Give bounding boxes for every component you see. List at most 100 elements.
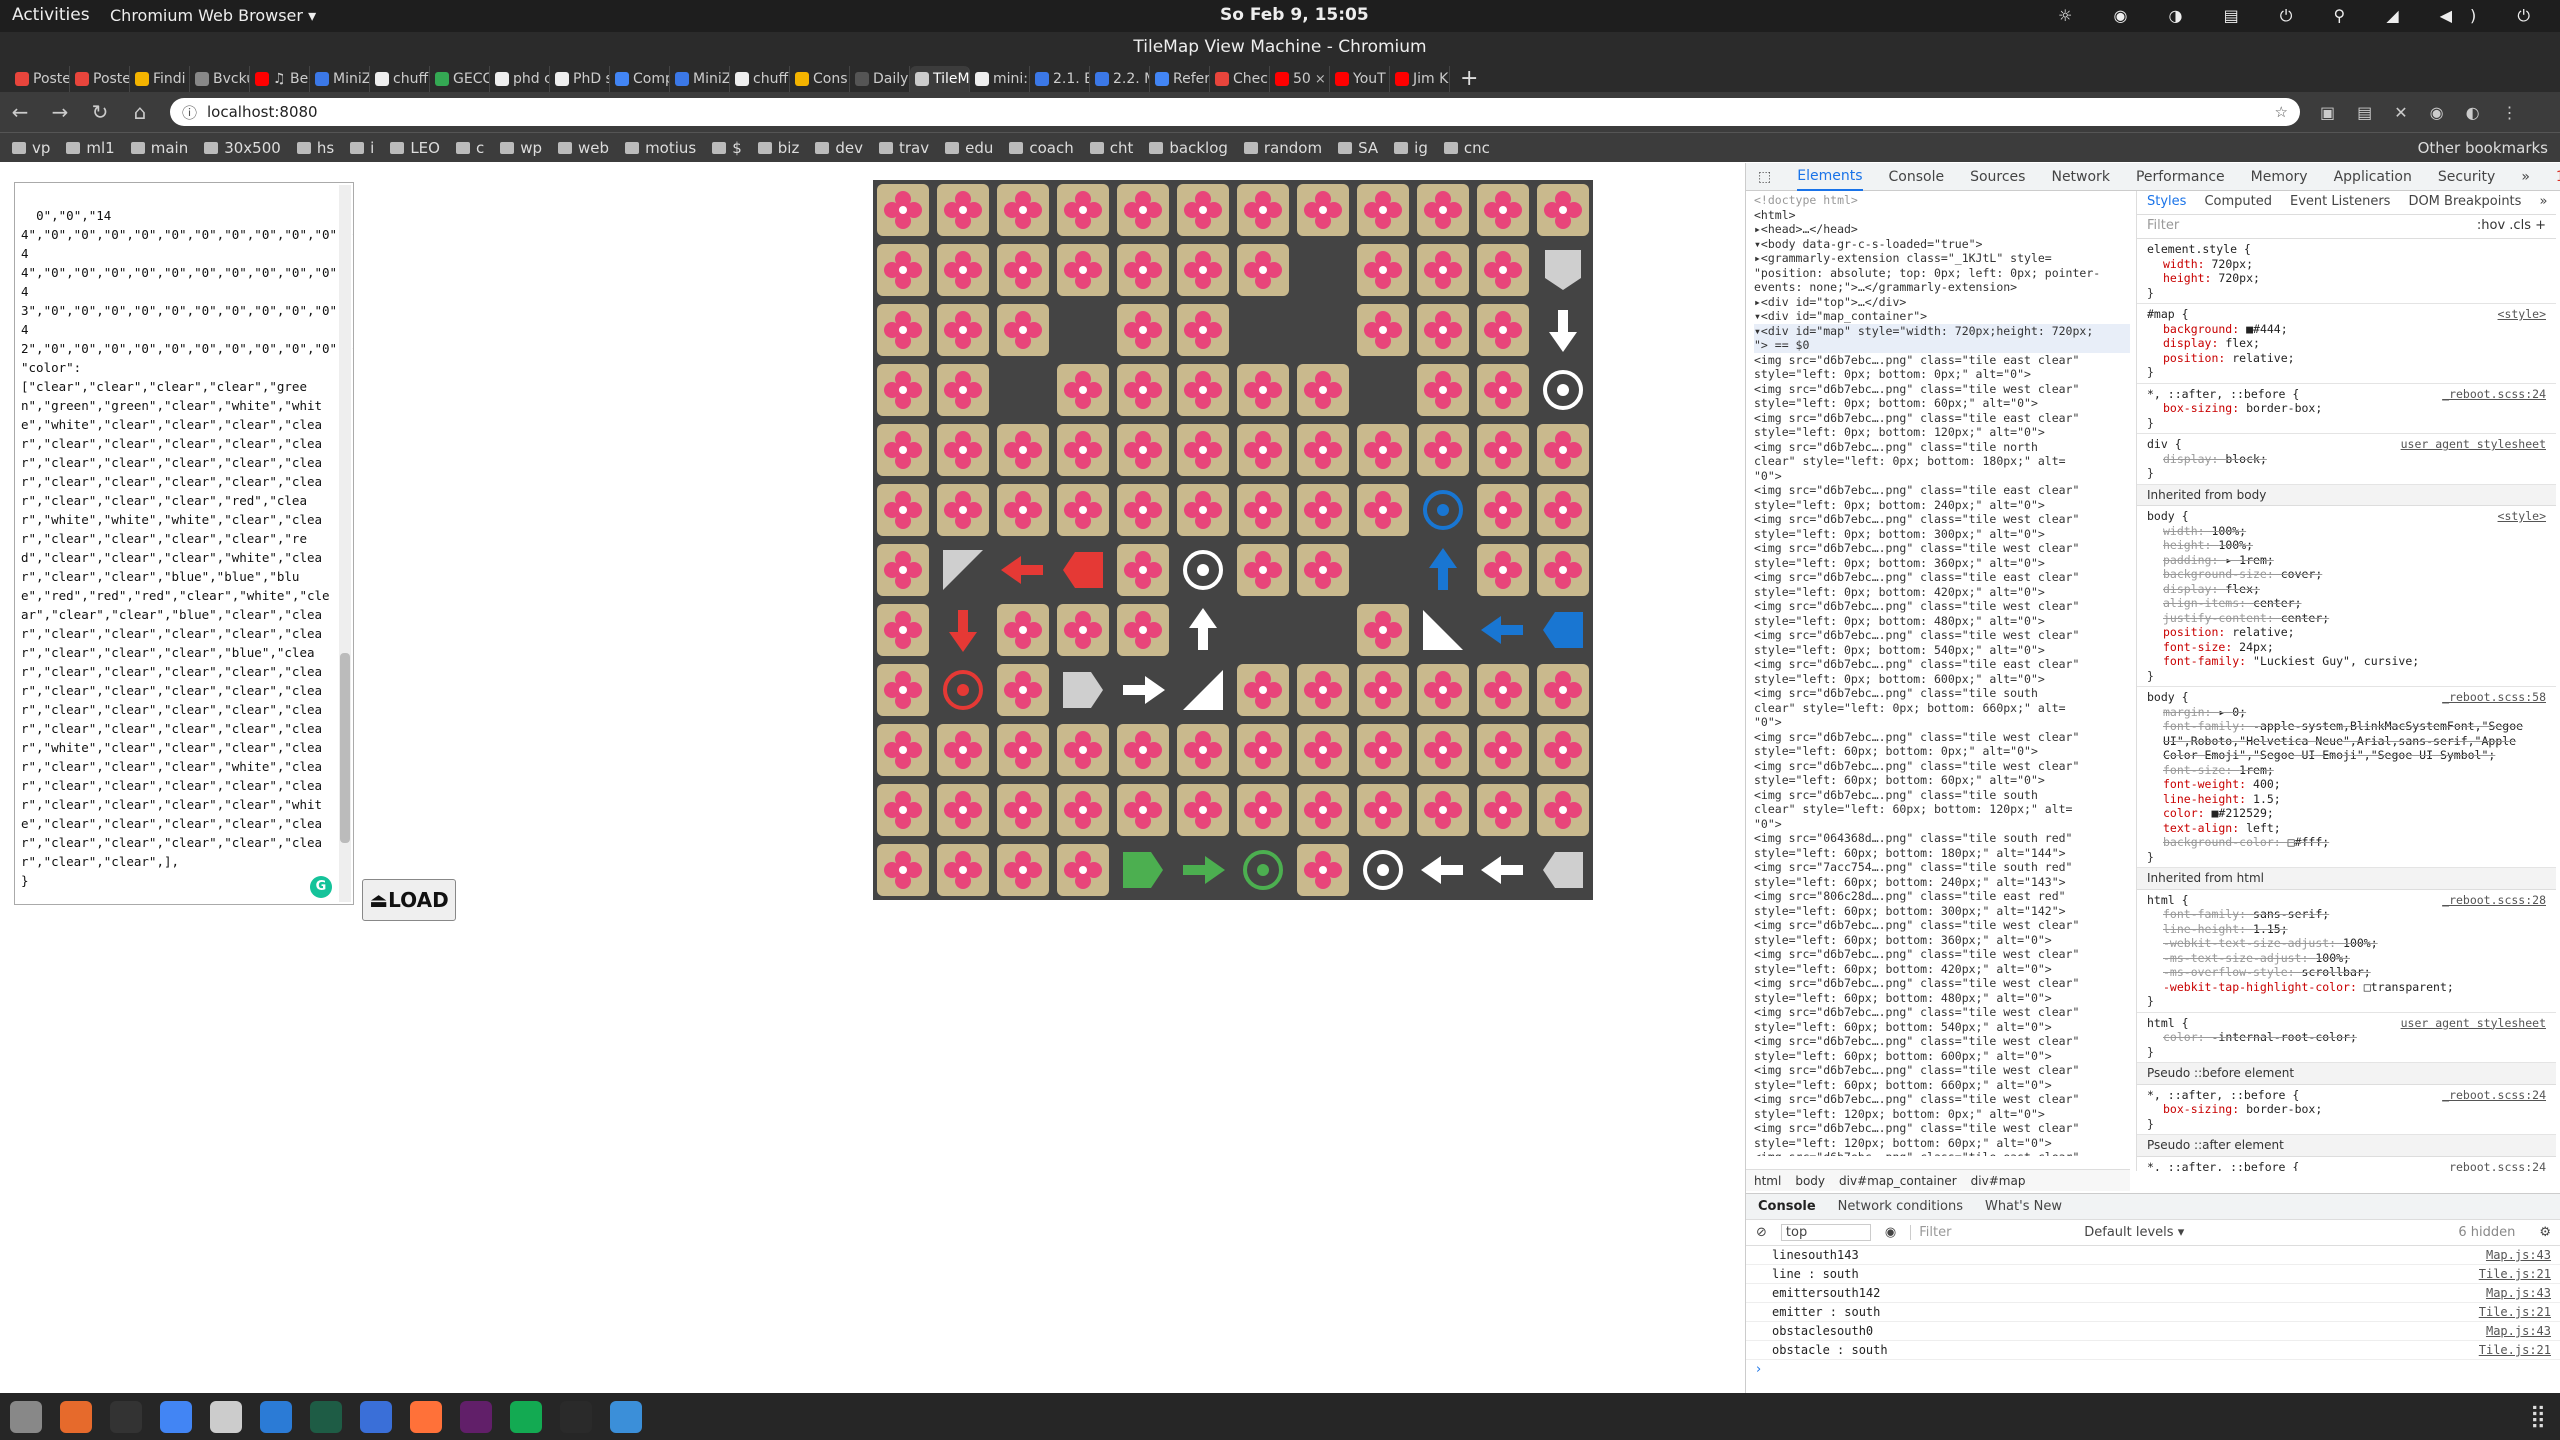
flower-tile[interactable] — [1233, 240, 1293, 300]
chromium-icon[interactable] — [160, 1400, 192, 1433]
dom-node-line[interactable]: ▸<div id="top">…</div> — [1754, 295, 2130, 310]
flower-tile[interactable] — [1473, 780, 1533, 840]
white-arrow-up-icon[interactable] — [1173, 600, 1233, 660]
styles-subtab[interactable]: » — [2539, 195, 2547, 210]
flower-tile[interactable] — [1533, 540, 1593, 600]
console-filter[interactable]: Filter — [1910, 1225, 2070, 1240]
white-arrow-left-icon[interactable] — [1473, 840, 1533, 900]
rule-source-link[interactable]: _reboot.scss:28 — [2442, 893, 2546, 908]
console-source-link[interactable]: Tile.js:21 — [2479, 1267, 2551, 1283]
browser-tab[interactable]: 50 × — [1270, 66, 1330, 92]
dom-node-line[interactable]: clear" style="left: 0px; bottom: 180px;"… — [1754, 454, 2130, 469]
dom-node-line[interactable]: <img src="d6b7ebc….png" class="tile sout… — [1754, 788, 2130, 803]
flower-tile[interactable] — [1173, 240, 1233, 300]
css-property[interactable]: background-size: cover; — [2147, 567, 2546, 582]
bookmark-folder[interactable]: i — [350, 139, 374, 157]
css-property[interactable]: width: 720px; — [2147, 257, 2546, 272]
flower-tile[interactable] — [1353, 720, 1413, 780]
flower-tile[interactable] — [1413, 780, 1473, 840]
flower-tile[interactable] — [933, 300, 993, 360]
console-drawer-tab[interactable]: Network conditions — [1838, 1199, 1963, 1214]
dom-node-line[interactable]: <img src="d6b7ebc….png" class="tile west… — [1754, 1034, 2130, 1049]
dom-node-line[interactable]: style="left: 60px; bottom: 240px;" alt="… — [1754, 875, 2130, 890]
flower-tile[interactable] — [1053, 480, 1113, 540]
dom-node-line[interactable]: style="left: 120px; bottom: 60px;" alt="… — [1754, 1136, 2130, 1151]
dom-node-line[interactable]: style="left: 0px; bottom: 120px;" alt="0… — [1754, 425, 2130, 440]
breadcrumb-item[interactable]: div#map — [1971, 1174, 2026, 1188]
bookmark-folder[interactable]: vp — [12, 139, 50, 157]
dom-node-line[interactable]: style="left: 60px; bottom: 600px;" alt="… — [1754, 1049, 2130, 1064]
flower-tile[interactable] — [1053, 720, 1113, 780]
css-property[interactable]: text-align: left; — [2147, 821, 2546, 836]
flower-tile[interactable] — [1233, 360, 1293, 420]
dom-node-line[interactable]: <img src="d6b7ebc….png" class="tile west… — [1754, 1092, 2130, 1107]
red-arrow-left-icon[interactable] — [993, 540, 1053, 600]
flower-tile[interactable] — [1473, 180, 1533, 240]
zn-icon[interactable] — [560, 1400, 592, 1433]
dom-node-line[interactable]: <img src="d6b7ebc….png" class="tile west… — [1754, 976, 2130, 991]
devtools-tab[interactable]: Performance — [2136, 169, 2225, 185]
mongo-icon[interactable] — [510, 1400, 542, 1433]
console-source-link[interactable]: Map.js:43 — [2486, 1286, 2551, 1302]
red-emitter-left-icon[interactable] — [1053, 540, 1113, 600]
css-property[interactable]: padding: ▸ 1rem; — [2147, 553, 2546, 568]
css-property[interactable]: font-weight: 400; — [2147, 777, 2546, 792]
context-select[interactable]: top — [1780, 1224, 1871, 1241]
white-arrow-down-icon[interactable] — [1533, 300, 1593, 360]
flower-tile[interactable] — [1413, 660, 1473, 720]
flower-tile[interactable] — [1113, 480, 1173, 540]
dom-node-line[interactable]: "> == $0 — [1754, 338, 2130, 353]
flower-tile[interactable] — [1353, 240, 1413, 300]
browser-tab[interactable]: PhD s× — [550, 66, 610, 92]
css-property[interactable]: background-color: □#fff; — [2147, 835, 2546, 850]
dom-node-line[interactable]: style="left: 60px; bottom: 300px;" alt="… — [1754, 904, 2130, 919]
browser-tab[interactable]: Comp× — [610, 66, 670, 92]
flower-tile[interactable] — [1053, 180, 1113, 240]
dom-node-line[interactable]: <img src="d6b7ebc….png" class="tile west… — [1754, 1005, 2130, 1020]
browser-tab[interactable]: Check× — [1210, 66, 1270, 92]
flower-tile[interactable] — [1473, 420, 1533, 480]
flower-tile[interactable] — [933, 780, 993, 840]
flower-tile[interactable] — [1113, 600, 1173, 660]
vscode-icon[interactable] — [260, 1400, 292, 1433]
styles-filter-actions[interactable]: :hov .cls + — [2477, 218, 2546, 234]
rule-source-link[interactable]: _reboot.scss:24 — [2442, 1160, 2546, 1172]
dom-node-line[interactable]: <img src="d6b7ebc….png" class="tile nort… — [1754, 440, 2130, 455]
reload-icon[interactable]: ↻ — [80, 100, 120, 124]
flower-tile[interactable] — [873, 480, 933, 540]
blue-emitter-left-icon[interactable] — [1533, 600, 1593, 660]
slack-icon[interactable] — [460, 1400, 492, 1433]
browser-tab[interactable]: Refer× — [1150, 66, 1210, 92]
tile-map[interactable] — [873, 180, 1593, 900]
flower-tile[interactable] — [1473, 300, 1533, 360]
white-target-icon[interactable] — [1353, 840, 1413, 900]
browser-tab[interactable]: TileM× — [910, 66, 970, 92]
flower-tile[interactable] — [873, 540, 933, 600]
flower-tile[interactable] — [1293, 480, 1353, 540]
app-grid-icon[interactable]: ⣿ — [2530, 1404, 2546, 1429]
dom-node-line[interactable]: <img src="d6b7ebc….png" class="tile west… — [1754, 918, 2130, 933]
tab-close-icon[interactable]: × — [1315, 72, 1326, 87]
css-property[interactable]: width: 100%; — [2147, 524, 2546, 539]
log-levels-select[interactable]: Default levels ▾ — [2084, 1225, 2184, 1240]
bookmark-folder[interactable]: backlog — [1149, 139, 1228, 157]
flower-tile[interactable] — [1473, 540, 1533, 600]
flower-tile[interactable] — [1533, 720, 1593, 780]
bookmark-folder[interactable]: cht — [1089, 139, 1133, 157]
browser-tab[interactable]: Jim K× — [1390, 66, 1450, 92]
dom-node-line[interactable]: <img src="d6b7ebc….png" class="tile west… — [1754, 628, 2130, 643]
browser-tab[interactable]: chuff× — [370, 66, 430, 92]
dom-node-line[interactable]: style="left: 60px; bottom: 60px;" alt="0… — [1754, 773, 2130, 788]
flower-tile[interactable] — [873, 420, 933, 480]
flower-tile[interactable] — [993, 720, 1053, 780]
dom-node-line[interactable]: <img src="d6b7ebc….png" class="tile sout… — [1754, 686, 2130, 701]
settings-gear-icon[interactable]: ⚙ — [2539, 1225, 2551, 1240]
dom-node-line[interactable]: style="left: 60px; bottom: 540px;" alt="… — [1754, 1020, 2130, 1035]
flower-tile[interactable] — [1413, 420, 1473, 480]
flower-tile[interactable] — [1473, 360, 1533, 420]
dom-node-line[interactable]: "0"> — [1754, 715, 2130, 730]
blue-target-icon[interactable] — [1413, 480, 1473, 540]
load-button[interactable]: ⏏LOAD — [362, 879, 456, 921]
gray-emitter-right-icon[interactable] — [1053, 660, 1113, 720]
flower-tile[interactable] — [1473, 720, 1533, 780]
